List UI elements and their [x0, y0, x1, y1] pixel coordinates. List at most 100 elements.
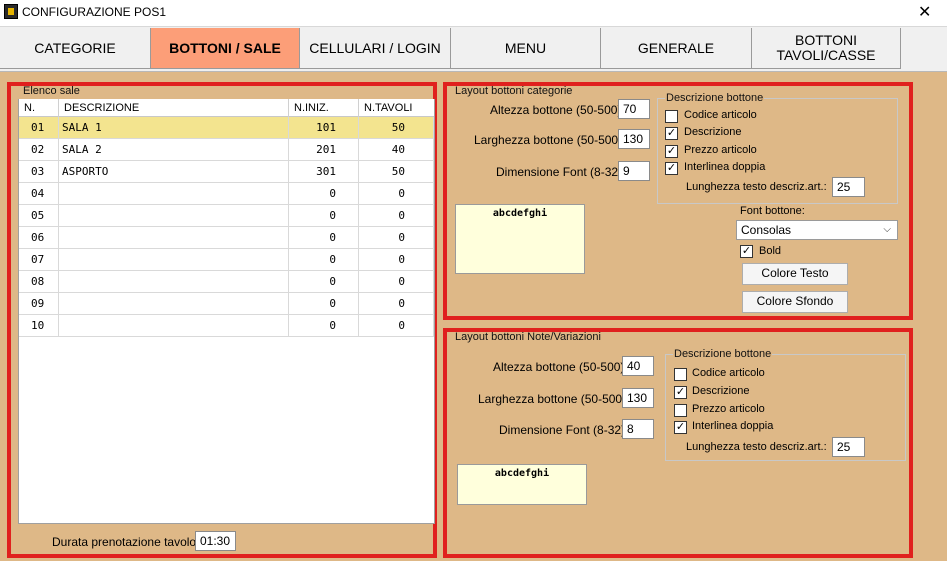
cell-n-iniz[interactable]: 0 — [289, 205, 359, 227]
categorie-checkbox-codice-articolo[interactable] — [665, 110, 678, 123]
categorie-checkbox-label: Codice articolo — [684, 109, 757, 121]
font-select[interactable]: Consolas ⌵ — [736, 220, 898, 240]
tab-label: BOTTONI TAVOLI/CASSE — [776, 32, 876, 63]
cell-n-iniz[interactable]: 0 — [289, 271, 359, 293]
cell-number[interactable]: 03 — [19, 161, 59, 183]
cell-n-tavoli[interactable]: 40 — [359, 139, 434, 161]
table-row[interactable]: 05 0 0 — [19, 205, 434, 227]
cell-descrizione[interactable] — [59, 205, 289, 227]
table-row[interactable]: 07 0 0 — [19, 249, 434, 271]
content-top-strip — [0, 69, 947, 72]
cell-n-iniz[interactable]: 201 — [289, 139, 359, 161]
note-altezza-input[interactable]: 40 — [622, 356, 654, 376]
close-icon[interactable]: ✕ — [918, 2, 931, 22]
column-header-n[interactable]: N. — [19, 99, 59, 117]
cat-altezza-input[interactable]: 70 — [618, 99, 650, 119]
cell-n-iniz[interactable]: 0 — [289, 315, 359, 337]
cell-n-iniz[interactable]: 301 — [289, 161, 359, 183]
note-checkbox-prezzo-articolo[interactable] — [674, 404, 687, 417]
categorie-legend: Layout bottoni categorie — [455, 85, 573, 97]
checkmark-icon: ✓ — [666, 162, 677, 174]
cell-number[interactable]: 05 — [19, 205, 59, 227]
categorie-checkbox-prezzo-articolo[interactable]: ✓ — [665, 145, 678, 158]
note-checkbox-label: Codice articolo — [692, 367, 765, 379]
cat-lunghezza-input[interactable]: 25 — [832, 177, 865, 197]
cell-n-iniz[interactable]: 0 — [289, 183, 359, 205]
categorie-checkbox-descrizione[interactable]: ✓ — [665, 127, 678, 140]
cell-number[interactable]: 01 — [19, 117, 59, 139]
cell-descrizione[interactable] — [59, 249, 289, 271]
note-lunghezza-label: Lunghezza testo descriz.art.: — [686, 441, 827, 453]
durata-label: Durata prenotazione tavolo: — [52, 535, 200, 549]
cat-font-input[interactable]: 9 — [618, 161, 650, 181]
cell-n-tavoli[interactable]: 0 — [359, 271, 434, 293]
table-row[interactable]: 01 SALA 1 101 50 — [19, 117, 434, 139]
cell-n-tavoli[interactable]: 0 — [359, 205, 434, 227]
table-row[interactable]: 09 0 0 — [19, 293, 434, 315]
cell-number[interactable]: 10 — [19, 315, 59, 337]
cell-number[interactable]: 07 — [19, 249, 59, 271]
cell-descrizione[interactable] — [59, 183, 289, 205]
note-preview-button: abcdefghi — [457, 464, 587, 505]
cell-descrizione[interactable] — [59, 293, 289, 315]
note-font-input[interactable]: 8 — [622, 419, 654, 439]
note-lunghezza-input[interactable]: 25 — [832, 437, 865, 457]
cell-descrizione[interactable]: SALA 2 — [59, 139, 289, 161]
table-row[interactable]: 02 SALA 2 201 40 — [19, 139, 434, 161]
font-bottone-label: Font bottone: — [740, 205, 805, 217]
window-title: CONFIGURAZIONE POS1 — [22, 5, 167, 19]
cell-descrizione[interactable]: SALA 1 — [59, 117, 289, 139]
cell-descrizione[interactable]: ASPORTO — [59, 161, 289, 183]
durata-input[interactable]: 01:30 — [195, 531, 236, 551]
cell-number[interactable]: 04 — [19, 183, 59, 205]
cell-n-tavoli[interactable]: 0 — [359, 183, 434, 205]
sale-grid-header: N. DESCRIZIONE N.INIZ. N.TAVOLI — [19, 99, 434, 117]
cell-descrizione[interactable] — [59, 227, 289, 249]
tab-menu[interactable]: MENU — [451, 28, 601, 69]
cell-number[interactable]: 09 — [19, 293, 59, 315]
cell-n-iniz[interactable]: 0 — [289, 293, 359, 315]
cell-n-iniz[interactable]: 0 — [289, 227, 359, 249]
colore-testo-button[interactable]: Colore Testo — [742, 263, 848, 285]
table-row[interactable]: 04 0 0 — [19, 183, 434, 205]
table-row[interactable]: 08 0 0 — [19, 271, 434, 293]
checkmark-icon: ✓ — [666, 127, 677, 139]
tab-bottoni-tavoli-casse[interactable]: BOTTONI TAVOLI/CASSE — [752, 28, 901, 69]
categorie-checkbox-interlinea-doppia[interactable]: ✓ — [665, 162, 678, 175]
cell-descrizione[interactable] — [59, 315, 289, 337]
column-header-n-iniz[interactable]: N.INIZ. — [289, 99, 359, 117]
cell-n-tavoli[interactable]: 50 — [359, 117, 434, 139]
table-row[interactable]: 10 0 0 — [19, 315, 434, 337]
cell-n-tavoli[interactable]: 50 — [359, 161, 434, 183]
cell-number[interactable]: 06 — [19, 227, 59, 249]
cell-n-tavoli[interactable]: 0 — [359, 227, 434, 249]
cell-n-tavoli[interactable]: 0 — [359, 293, 434, 315]
note-larghezza-input[interactable]: 130 — [622, 388, 654, 408]
tab-generale[interactable]: GENERALE — [601, 28, 752, 69]
bold-checkbox[interactable]: ✓ — [740, 245, 753, 258]
tab-bottoni-sale[interactable]: BOTTONI / SALE — [151, 28, 300, 69]
colore-sfondo-button[interactable]: Colore Sfondo — [742, 291, 848, 313]
cell-number[interactable]: 08 — [19, 271, 59, 293]
cell-n-iniz[interactable]: 0 — [289, 249, 359, 271]
note-checkbox-interlinea-doppia[interactable]: ✓ — [674, 421, 687, 434]
note-font-label: Dimensione Font (8-32): — [499, 423, 629, 437]
note-larghezza-label: Larghezza bottone (50-500): — [478, 392, 630, 406]
cell-number[interactable]: 02 — [19, 139, 59, 161]
cat-altezza-label: Altezza bottone (50-500): — [490, 103, 625, 117]
column-header-n-tavoli[interactable]: N.TAVOLI — [359, 99, 434, 117]
tab-label: CATEGORIE — [34, 39, 116, 56]
note-checkbox-codice-articolo[interactable] — [674, 368, 687, 381]
table-row[interactable]: 06 0 0 — [19, 227, 434, 249]
table-row[interactable]: 03 ASPORTO 301 50 — [19, 161, 434, 183]
cell-descrizione[interactable] — [59, 271, 289, 293]
chevron-down-icon[interactable]: ⌵ — [883, 221, 891, 239]
tab-cellulari-login[interactable]: CELLULARI / LOGIN — [300, 28, 451, 69]
note-checkbox-descrizione[interactable]: ✓ — [674, 386, 687, 399]
cell-n-tavoli[interactable]: 0 — [359, 249, 434, 271]
cell-n-iniz[interactable]: 101 — [289, 117, 359, 139]
cell-n-tavoli[interactable]: 0 — [359, 315, 434, 337]
tab-categorie[interactable]: CATEGORIE — [0, 28, 151, 69]
cat-larghezza-input[interactable]: 130 — [618, 129, 650, 149]
column-header-descrizione[interactable]: DESCRIZIONE — [59, 99, 289, 117]
